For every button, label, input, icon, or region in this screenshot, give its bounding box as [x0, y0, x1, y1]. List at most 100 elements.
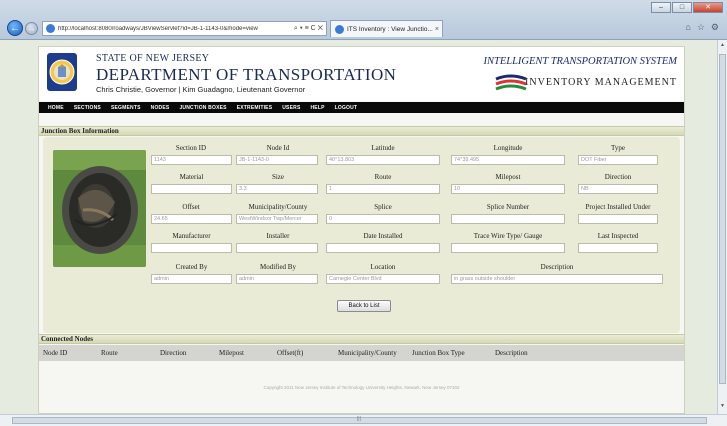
location-input[interactable]: Carnegie Center Blvd [326, 274, 440, 284]
forward-button[interactable]: → [25, 22, 38, 35]
page-container: STATE OF NEW JERSEY DEPARTMENT OF TRANSP… [38, 46, 685, 414]
nav-users[interactable]: USERS [282, 105, 300, 111]
vertical-scroll-thumb[interactable] [719, 54, 726, 384]
nav-junction-boxes[interactable]: JUNCTION BOXES [179, 105, 226, 111]
state-name: STATE OF NEW JERSEY [96, 53, 210, 64]
splice-number-input[interactable] [451, 214, 565, 224]
date-installed-label: Date Installed [363, 232, 403, 240]
vertical-scrollbar[interactable]: ▲ ▼ [717, 40, 727, 414]
connected-nodes-table-header: Node ID Route Direction Milepost Offset(… [39, 345, 684, 361]
node-id-label: Node Id [266, 144, 290, 152]
last-inspected-label: Last Inspected [597, 232, 639, 240]
project-installed-input[interactable] [578, 214, 658, 224]
scroll-grip-icon: ||| [357, 416, 361, 422]
direction-field: Direction NB [578, 173, 658, 194]
last-inspected-input[interactable] [578, 243, 658, 253]
minimize-button[interactable]: – [651, 2, 671, 13]
col-direction[interactable]: Direction [160, 349, 186, 357]
node-id-input[interactable]: JB-1-1143-0 [236, 155, 318, 165]
col-junction-box-type[interactable]: Junction Box Type [412, 349, 465, 357]
created-by-field: Created By admin [151, 263, 232, 284]
offset-field: Offset 24.65 [149, 203, 233, 224]
date-installed-input[interactable] [326, 243, 440, 253]
trace-wire-input[interactable] [451, 243, 565, 253]
main-nav: HOME SECTIONS SEGMENTS NODES JUNCTION BO… [39, 102, 684, 113]
browser-tab[interactable]: ITS Inventory : View Junctio... × [330, 20, 443, 37]
its-logo [495, 74, 527, 91]
installer-label: Installer [266, 232, 290, 240]
browser-chrome: – □ ✕ ← → http://localhost:8080/roadways… [0, 0, 727, 40]
material-field: Material [151, 173, 232, 194]
milepost-field: Milepost 10 [451, 173, 565, 194]
junction-box-section-title: Junction Box Information [39, 126, 684, 136]
address-bar-icons[interactable]: ⌕ ▾ ≡ C ✕ [294, 25, 326, 33]
scroll-down-icon[interactable]: ▼ [719, 403, 726, 412]
project-installed-field: Project Installed Under [572, 203, 664, 224]
col-offset[interactable]: Offset(ft) [277, 349, 303, 357]
trace-wire-field: Trace Wire Type/ Gauge [451, 232, 565, 253]
address-bar[interactable]: http://localhost:8080/roadways/JBViewSer… [42, 21, 327, 36]
municipality-input[interactable]: WestWindsor Twp/Mercer [236, 214, 318, 224]
col-description[interactable]: Description [495, 349, 528, 357]
nav-sections[interactable]: SECTIONS [74, 105, 101, 111]
route-input[interactable]: 1 [326, 184, 440, 194]
department-title: DEPARTMENT OF TRANSPORTATION [96, 65, 397, 84]
route-field: Route 1 [326, 173, 440, 194]
section-id-field: Section ID 1143 [149, 144, 233, 165]
governor-line: Chris Christie, Governor | Kim Guadagno,… [96, 85, 306, 94]
size-field: Size 3.3 [236, 173, 320, 194]
star-icon[interactable]: ☆ [697, 22, 705, 33]
longitude-label: Longitude [493, 144, 523, 152]
gear-icon[interactable]: ⚙ [711, 22, 719, 33]
latitude-input[interactable]: 40°13.803 [326, 155, 440, 165]
junction-box-photo [53, 150, 146, 267]
maximize-button[interactable]: □ [672, 2, 692, 13]
col-milepost[interactable]: Milepost [219, 349, 244, 357]
description-input[interactable]: in grass outside shoulder [451, 274, 663, 284]
home-icon[interactable]: ⌂ [685, 22, 690, 33]
trace-wire-label: Trace Wire Type/ Gauge [473, 232, 543, 240]
manufacturer-input[interactable] [151, 243, 232, 253]
col-route[interactable]: Route [101, 349, 118, 357]
col-node-id[interactable]: Node ID [43, 349, 67, 357]
back-button[interactable]: ← [7, 20, 23, 36]
back-to-list-button[interactable]: Back to List [337, 300, 391, 312]
section-id-input[interactable]: 1143 [151, 155, 232, 165]
splice-input[interactable]: 0 [326, 214, 440, 224]
page-viewport: STATE OF NEW JERSEY DEPARTMENT OF TRANSP… [0, 40, 717, 414]
nav-segments[interactable]: SEGMENTS [111, 105, 141, 111]
created-by-label: Created By [175, 263, 208, 271]
modified-by-input[interactable]: admin [236, 274, 318, 284]
created-by-input[interactable]: admin [151, 274, 232, 284]
page-footer: Copyright 2011 New Jersey Institute of T… [263, 385, 460, 390]
nav-nodes[interactable]: NODES [151, 105, 170, 111]
installer-input[interactable] [236, 243, 318, 253]
ie-page-icon [46, 24, 55, 33]
material-input[interactable] [151, 184, 232, 194]
horizontal-scrollbar[interactable]: ||| [0, 414, 727, 426]
scroll-up-icon[interactable]: ▲ [719, 42, 726, 51]
junction-box-panel: Section ID 1143 Node Id JB-1-1143-0 Lati… [43, 137, 680, 333]
size-input[interactable]: 3.3 [236, 184, 318, 194]
splice-label: Splice [374, 203, 392, 211]
window-controls: – □ ✕ [650, 2, 723, 13]
nav-logout[interactable]: LOGOUT [335, 105, 358, 111]
milepost-input[interactable]: 10 [451, 184, 565, 194]
longitude-input[interactable]: 74°39.495 [451, 155, 565, 165]
installer-field: Installer [236, 232, 320, 253]
nav-extremities[interactable]: EXTREMITIES [237, 105, 273, 111]
nav-home[interactable]: HOME [48, 105, 64, 111]
url-text[interactable]: http://localhost:8080/roadways/JBViewSer… [58, 26, 294, 32]
latitude-label: Latitude [371, 144, 395, 152]
system-subtitle: INVENTORY MANAGEMENT [525, 77, 677, 88]
close-window-button[interactable]: ✕ [693, 2, 723, 13]
offset-input[interactable]: 24.65 [151, 214, 232, 224]
col-municipality[interactable]: Municipality/County [338, 349, 397, 357]
nav-help[interactable]: HELP [310, 105, 324, 111]
material-label: Material [179, 173, 204, 181]
tab-close-icon[interactable]: × [435, 26, 442, 33]
manufacturer-label: Manufacturer [172, 232, 211, 240]
direction-input[interactable]: NB [578, 184, 658, 194]
milepost-label: Milepost [495, 173, 521, 181]
type-input[interactable]: DOT Fiber [578, 155, 658, 165]
